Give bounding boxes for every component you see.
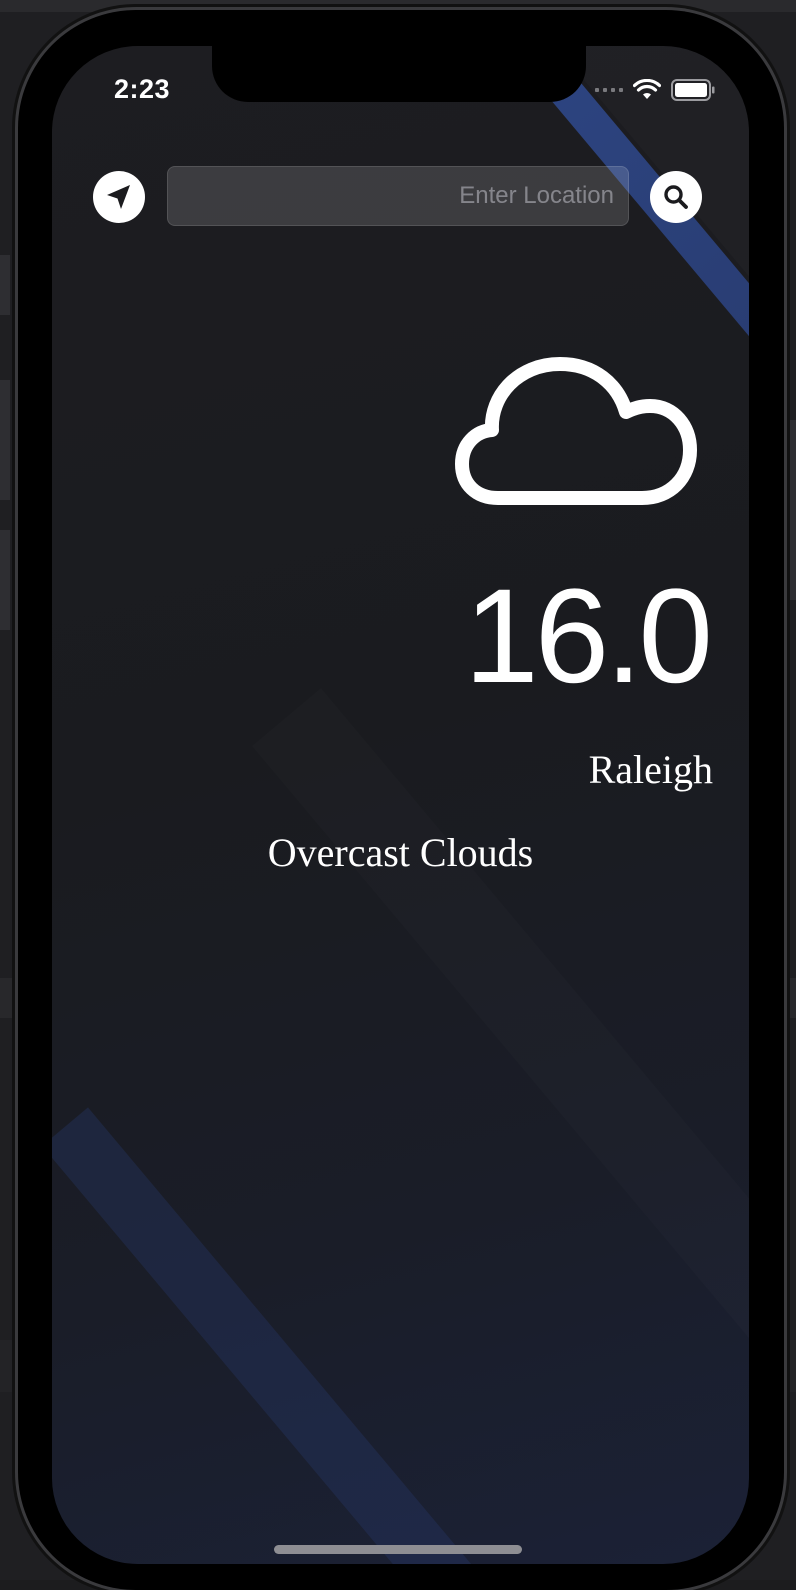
ide-gutter-mark (786, 420, 796, 600)
ide-gutter-mark (0, 380, 10, 500)
ide-gutter-mark (0, 255, 10, 315)
location-search-input[interactable] (167, 166, 629, 226)
weather-condition: Overcast Clouds (267, 830, 534, 875)
battery-icon (671, 79, 715, 101)
app-screen: 2:23 Enter Location 16.0 Raleigh Overcas… (52, 46, 749, 1564)
signal-dots-icon (595, 88, 623, 92)
status-time: 2:23 (114, 74, 171, 104)
background-stripe (52, 1107, 500, 1564)
notch (212, 46, 586, 102)
magnifier-icon (664, 185, 688, 209)
phone-frame: 2:23 Enter Location 16.0 Raleigh Overcas… (18, 10, 784, 1590)
cloud-icon (455, 357, 697, 505)
ide-gutter-mark (0, 530, 10, 630)
temperature-value: 16.0 (464, 562, 713, 711)
city-name: Raleigh (588, 747, 713, 792)
location-arrow-icon (107, 185, 130, 209)
background-stripe (252, 688, 749, 1435)
search-button[interactable] (650, 171, 702, 223)
search-toolbar (52, 166, 749, 228)
home-indicator[interactable] (274, 1545, 522, 1554)
current-location-button[interactable] (93, 171, 145, 223)
status-icons (595, 78, 715, 102)
wifi-icon (633, 79, 661, 99)
